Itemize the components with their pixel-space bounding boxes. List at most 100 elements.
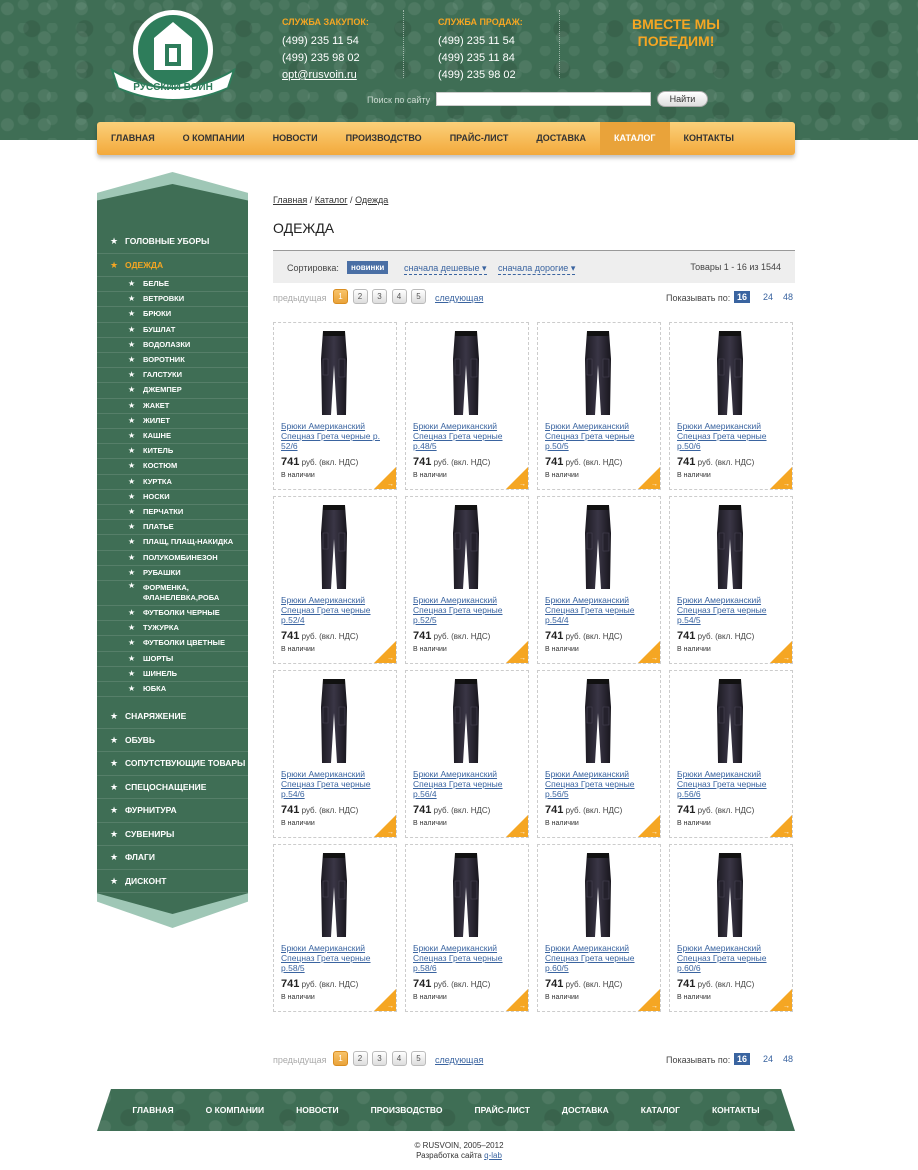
sidebar-subcategory[interactable]: ★ КАШНЕ xyxy=(97,429,248,445)
sidebar-subcategory[interactable]: ★ ВОРОТНИК xyxy=(97,353,248,369)
page-button[interactable]: 3 xyxy=(372,289,387,304)
product-image[interactable] xyxy=(314,851,354,939)
add-to-cart-button[interactable]: → xyxy=(770,467,792,489)
footer-nav-item[interactable]: ПРОИЗВОДСТВО xyxy=(355,1089,459,1131)
breadcrumb-catalog[interactable]: Каталог xyxy=(315,195,348,205)
sidebar-category[interactable]: ★ СУВЕНИРЫ xyxy=(97,823,248,847)
sidebar-subcategory[interactable]: ★ ФУТБОЛКИ ЦВЕТНЫЕ xyxy=(97,636,248,652)
sidebar-category[interactable]: ★ ФЛАГИ xyxy=(97,846,248,870)
sidebar-category[interactable]: ★ СОПУТСТВУЮЩИЕ ТОВАРЫ xyxy=(97,752,248,776)
nav-item[interactable]: КОНТАКТЫ xyxy=(670,122,748,155)
product-name-link[interactable]: Брюки Американский Спецназ Грета черные … xyxy=(281,421,393,451)
add-to-cart-button[interactable]: → xyxy=(638,815,660,837)
sidebar-subcategory[interactable]: ★ ПОЛУКОМБИНЕЗОН xyxy=(97,551,248,566)
footer-nav-item[interactable]: ПРАЙС-ЛИСТ xyxy=(458,1089,545,1131)
add-to-cart-button[interactable]: → xyxy=(638,989,660,1011)
sidebar-category[interactable]: ★ СНАРЯЖЕНИЕ xyxy=(97,705,248,729)
product-image[interactable] xyxy=(446,329,486,417)
nav-item[interactable]: ГЛАВНАЯ xyxy=(97,122,169,155)
nav-item[interactable]: О КОМПАНИИ xyxy=(169,122,259,155)
add-to-cart-button[interactable]: → xyxy=(770,641,792,663)
add-to-cart-button[interactable]: → xyxy=(506,641,528,663)
sort-new-button[interactable]: новинки xyxy=(347,261,389,274)
product-image[interactable] xyxy=(314,677,354,765)
sidebar-subcategory[interactable]: ★ ФОРМЕНКА, ФЛАНЕЛЕВКА,РОБА xyxy=(97,581,248,607)
add-to-cart-button[interactable]: → xyxy=(506,467,528,489)
page-button[interactable]: 1 xyxy=(333,289,348,304)
purchase-email-link[interactable]: opt@rusvoin.ru xyxy=(282,69,357,81)
sidebar-subcategory[interactable]: ★ ДЖЕМПЕР xyxy=(97,383,248,399)
nav-item[interactable]: НОВОСТИ xyxy=(259,122,332,155)
product-name-link[interactable]: Брюки Американский Спецназ Грета черные … xyxy=(677,595,789,625)
add-to-cart-button[interactable]: → xyxy=(638,641,660,663)
nav-item[interactable]: ПРАЙС-ЛИСТ xyxy=(436,122,523,155)
add-to-cart-button[interactable]: → xyxy=(770,989,792,1011)
sidebar-subcategory[interactable]: ★ ЮБКА xyxy=(97,682,248,698)
add-to-cart-button[interactable]: → xyxy=(506,815,528,837)
footer-nav-item[interactable]: О КОМПАНИИ xyxy=(190,1089,280,1131)
sidebar-subcategory[interactable]: ★ БРЮКИ xyxy=(97,307,248,323)
sidebar-category[interactable]: ★ ФУРНИТУРА xyxy=(97,799,248,823)
page-button[interactable]: 5 xyxy=(411,1051,426,1066)
footer-nav-item[interactable]: ГЛАВНАЯ xyxy=(116,1089,189,1131)
sidebar-subcategory[interactable]: ★ РУБАШКИ xyxy=(97,566,248,582)
pagination-prev-link[interactable]: предыдущая xyxy=(273,293,326,303)
add-to-cart-button[interactable]: → xyxy=(506,989,528,1011)
product-name-link[interactable]: Брюки Американский Спецназ Грета черные … xyxy=(545,769,657,799)
sidebar-subcategory[interactable]: ★ ЖИЛЕТ xyxy=(97,414,248,430)
per-page-option[interactable]: 16 xyxy=(734,291,751,303)
sidebar-subcategory[interactable]: ★ КОСТЮМ xyxy=(97,459,248,475)
page-button[interactable]: 5 xyxy=(411,289,426,304)
sidebar-subcategory[interactable]: ★ ВОДОЛАЗКИ xyxy=(97,338,248,354)
product-name-link[interactable]: Брюки Американский Спецназ Грета черные … xyxy=(281,769,393,799)
product-name-link[interactable]: Брюки Американский Спецназ Грета черные … xyxy=(677,421,789,451)
sidebar-subcategory[interactable]: ★ КИТЕЛЬ xyxy=(97,444,248,460)
pagination-next-link[interactable]: следующая xyxy=(435,293,483,303)
product-name-link[interactable]: Брюки Американский Спецназ Грета черные … xyxy=(677,943,789,973)
per-page-option[interactable]: 48 xyxy=(780,291,796,303)
sidebar-subcategory[interactable]: ★ ЖАКЕТ xyxy=(97,399,248,414)
product-image[interactable] xyxy=(710,329,750,417)
product-image[interactable] xyxy=(710,503,750,591)
page-button[interactable]: 4 xyxy=(391,289,407,304)
sidebar-subcategory[interactable]: ★ ГАЛСТУКИ xyxy=(97,368,248,384)
nav-item[interactable]: ПРОИЗВОДСТВО xyxy=(332,122,436,155)
sort-cheap-link[interactable]: сначала дешевые ▾ xyxy=(404,263,487,275)
per-page-option[interactable]: 24 xyxy=(760,291,776,303)
page-button[interactable]: 2 xyxy=(352,1051,368,1066)
product-name-link[interactable]: Брюки Американский Спецназ Грета черные … xyxy=(413,769,525,799)
product-image[interactable] xyxy=(578,851,618,939)
add-to-cart-button[interactable]: → xyxy=(374,641,396,663)
product-name-link[interactable]: Брюки Американский Спецназ Грета черные … xyxy=(413,421,525,451)
add-to-cart-button[interactable]: → xyxy=(374,467,396,489)
product-image[interactable] xyxy=(446,677,486,765)
sort-expensive-link[interactable]: сначала дорогие ▾ xyxy=(498,263,576,275)
pagination-next-link[interactable]: следующая xyxy=(435,1055,483,1065)
sidebar-subcategory[interactable]: ★ БЕЛЬЕ xyxy=(97,277,248,293)
per-page-option[interactable]: 24 xyxy=(760,1053,776,1065)
pagination-prev-link[interactable]: предыдущая xyxy=(273,1055,326,1065)
nav-item[interactable]: КАТАЛОГ xyxy=(600,122,670,155)
add-to-cart-button[interactable]: → xyxy=(638,467,660,489)
product-image[interactable] xyxy=(578,503,618,591)
page-button[interactable]: 1 xyxy=(333,1051,348,1066)
search-input[interactable] xyxy=(436,92,651,106)
search-button[interactable]: Найти xyxy=(657,91,708,107)
sidebar-subcategory[interactable]: ★ НОСКИ xyxy=(97,490,248,506)
sidebar-subcategory[interactable]: ★ ВЕТРОВКИ xyxy=(97,292,248,308)
sidebar-subcategory[interactable]: ★ БУШЛАТ xyxy=(97,323,248,338)
sidebar-category[interactable]: ★ ГОЛОВНЫЕ УБОРЫ xyxy=(97,230,248,254)
sidebar-subcategory[interactable]: ★ ШИНЕЛЬ xyxy=(97,667,248,683)
nav-item[interactable]: ДОСТАВКА xyxy=(522,122,600,155)
page-button[interactable]: 2 xyxy=(352,289,368,304)
footer-nav-item[interactable]: НОВОСТИ xyxy=(280,1089,355,1131)
sidebar-subcategory[interactable]: ★ КУРТКА xyxy=(97,475,248,490)
sidebar-category[interactable]: ★ ДИСКОНТ xyxy=(97,870,248,894)
breadcrumb-current[interactable]: Одежда xyxy=(355,195,388,205)
sidebar-category[interactable]: ★ ОБУВЬ xyxy=(97,729,248,753)
add-to-cart-button[interactable]: → xyxy=(374,815,396,837)
breadcrumb-home[interactable]: Главная xyxy=(273,195,307,205)
footer-nav-item[interactable]: КАТАЛОГ xyxy=(625,1089,696,1131)
product-name-link[interactable]: Брюки Американский Спецназ Грета черные … xyxy=(413,943,525,973)
product-image[interactable] xyxy=(446,503,486,591)
